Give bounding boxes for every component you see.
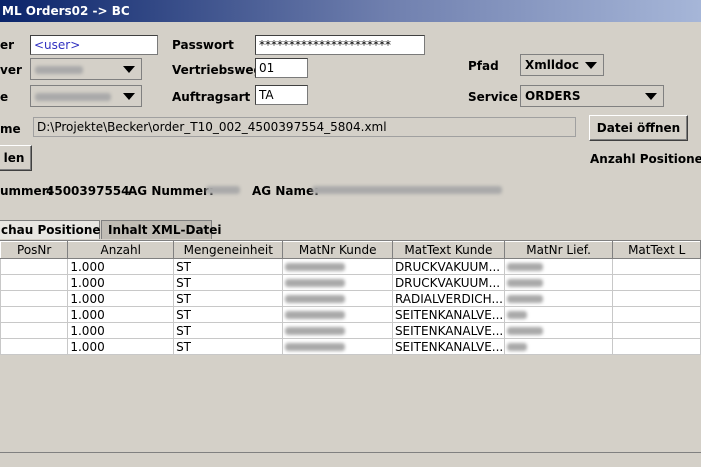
cell-anzahl: 1.000 xyxy=(67,306,175,323)
cell-posnr xyxy=(0,306,69,323)
cell-matnr-lief-redacted xyxy=(503,322,614,339)
service-select[interactable]: ORDERS xyxy=(520,85,664,107)
table-row[interactable]: 1.000 ST DRUCKVAKUUM... xyxy=(0,274,701,291)
vertriebsweg-label: Vertriebsweg xyxy=(172,63,263,77)
cell-mattext-lief xyxy=(612,290,701,307)
cell-matnr-kunde-redacted xyxy=(282,322,393,339)
table-row[interactable]: 1.000 ST DRUCKVAKUUM... xyxy=(0,258,701,275)
cell-einheit: ST xyxy=(173,258,284,275)
service-value: ORDERS xyxy=(525,89,581,103)
cell-matnr-kunde-redacted xyxy=(282,338,393,355)
filename-label: me xyxy=(0,122,21,136)
cell-mattext-lief xyxy=(612,274,701,291)
left-button[interactable]: len xyxy=(0,145,32,171)
cell-anzahl: 1.000 xyxy=(67,258,175,275)
mandant-select[interactable] xyxy=(30,85,142,107)
positions-table: PosNr Anzahl Mengeneinheit MatNr Kunde M… xyxy=(0,241,701,355)
cell-posnr xyxy=(0,322,69,339)
cell-matnr-lief-redacted xyxy=(503,338,614,355)
mandant-value-redacted xyxy=(35,92,111,101)
table-row[interactable]: 1.000 ST RADIALVERDICH... xyxy=(0,290,701,307)
datei-oeffnen-button[interactable]: Datei öffnen xyxy=(589,115,688,141)
cell-matnr-lief-redacted xyxy=(503,258,614,275)
chevron-down-icon xyxy=(585,62,597,69)
server-label: ver xyxy=(0,63,22,77)
tab-vorschau-positionen[interactable]: chau Positionen xyxy=(0,220,109,239)
cell-posnr xyxy=(0,258,69,275)
cell-einheit: ST xyxy=(173,290,284,307)
passwort-field[interactable]: ********************** xyxy=(255,35,425,55)
positions-table-area: PosNr Anzahl Mengeneinheit MatNr Kunde M… xyxy=(0,240,701,450)
col-header-matnr-lief[interactable]: MatNr Lief. xyxy=(503,241,614,259)
cell-einheit: ST xyxy=(173,306,284,323)
cell-einheit: ST xyxy=(173,338,284,355)
chevron-down-icon xyxy=(123,66,135,73)
cell-anzahl: 1.000 xyxy=(67,274,175,291)
cell-posnr xyxy=(0,338,69,355)
passwort-label: Passwort xyxy=(172,38,234,52)
cell-anzahl: 1.000 xyxy=(67,290,175,307)
cell-mattext-kunde: SEITENKANALVE... xyxy=(391,338,505,355)
user-field[interactable]: <user> xyxy=(30,35,158,55)
cell-matnr-lief-redacted xyxy=(503,274,614,291)
col-header-anzahl[interactable]: Anzahl xyxy=(67,241,175,259)
status-bar xyxy=(0,452,701,467)
user-label: er xyxy=(0,38,15,52)
cell-matnr-lief-redacted xyxy=(503,306,614,323)
cell-mattext-kunde: DRUCKVAKUUM... xyxy=(391,274,505,291)
col-header-matnr-kunde[interactable]: MatNr Kunde xyxy=(282,241,393,259)
server-select[interactable] xyxy=(30,58,142,80)
cell-mattext-lief xyxy=(612,258,701,275)
tab-inhalt-xml-datei[interactable]: Inhalt XML-Datei xyxy=(101,220,222,239)
cell-matnr-kunde-redacted xyxy=(282,258,393,275)
service-label: Service xyxy=(468,90,518,104)
ag-name-label: AG Name: xyxy=(252,184,319,198)
cell-posnr xyxy=(0,290,69,307)
cell-posnr xyxy=(0,274,69,291)
cell-einheit: ST xyxy=(173,274,284,291)
cell-anzahl: 1.000 xyxy=(67,322,175,339)
bestell-nummer-label: ummer: xyxy=(0,184,53,198)
server-value-redacted xyxy=(35,65,83,74)
mandant-label: e xyxy=(0,90,9,104)
vertriebsweg-field[interactable]: 01 xyxy=(255,58,308,78)
cell-mattext-kunde: SEITENKANALVE... xyxy=(391,306,505,323)
col-header-mattext-lief[interactable]: MatText L xyxy=(612,241,701,259)
cell-einheit: ST xyxy=(173,322,284,339)
cell-mattext-kunde: RADIALVERDICH... xyxy=(391,290,505,307)
ag-nummer-redacted xyxy=(206,186,240,194)
table-row[interactable]: 1.000 ST SEITENKANALVE... xyxy=(0,306,701,323)
auftragsart-label: Auftragsart xyxy=(172,90,251,104)
col-header-mengeneinheit[interactable]: Mengeneinheit xyxy=(173,241,284,259)
cell-matnr-kunde-redacted xyxy=(282,274,393,291)
cell-mattext-kunde: SEITENKANALVE... xyxy=(391,322,505,339)
cell-matnr-kunde-redacted xyxy=(282,290,393,307)
table-row[interactable]: 1.000 ST SEITENKANALVE... xyxy=(0,322,701,339)
ag-nummer-label: AG Nummer: xyxy=(128,184,214,198)
anzahl-positionen-label: Anzahl Positionen: xyxy=(590,152,701,166)
cell-mattext-lief xyxy=(612,322,701,339)
filename-field: D:\Projekte\Becker\order_T10_002_4500397… xyxy=(33,117,576,137)
ag-name-redacted xyxy=(312,186,502,194)
bestell-nummer-value: 4500397554 xyxy=(46,184,130,198)
table-row[interactable]: 1.000 ST SEITENKANALVE... xyxy=(0,338,701,355)
cell-matnr-lief-redacted xyxy=(503,290,614,307)
cell-anzahl: 1.000 xyxy=(67,338,175,355)
pfad-label: Pfad xyxy=(468,59,499,73)
cell-mattext-lief xyxy=(612,338,701,355)
cell-matnr-kunde-redacted xyxy=(282,306,393,323)
window-title: ML Orders02 -> BC xyxy=(0,0,701,22)
table-header: PosNr Anzahl Mengeneinheit MatNr Kunde M… xyxy=(0,241,701,259)
chevron-down-icon xyxy=(645,93,657,100)
cell-mattext-lief xyxy=(612,306,701,323)
col-header-posnr[interactable]: PosNr xyxy=(0,241,69,259)
cell-mattext-kunde: DRUCKVAKUUM... xyxy=(391,258,505,275)
pfad-value: Xmlldoc xyxy=(525,58,579,72)
col-header-mattext-kunde[interactable]: MatText Kunde xyxy=(391,241,505,259)
auftragsart-field[interactable]: TA xyxy=(255,85,308,105)
chevron-down-icon xyxy=(123,93,135,100)
pfad-select[interactable]: Xmlldoc xyxy=(520,54,604,76)
